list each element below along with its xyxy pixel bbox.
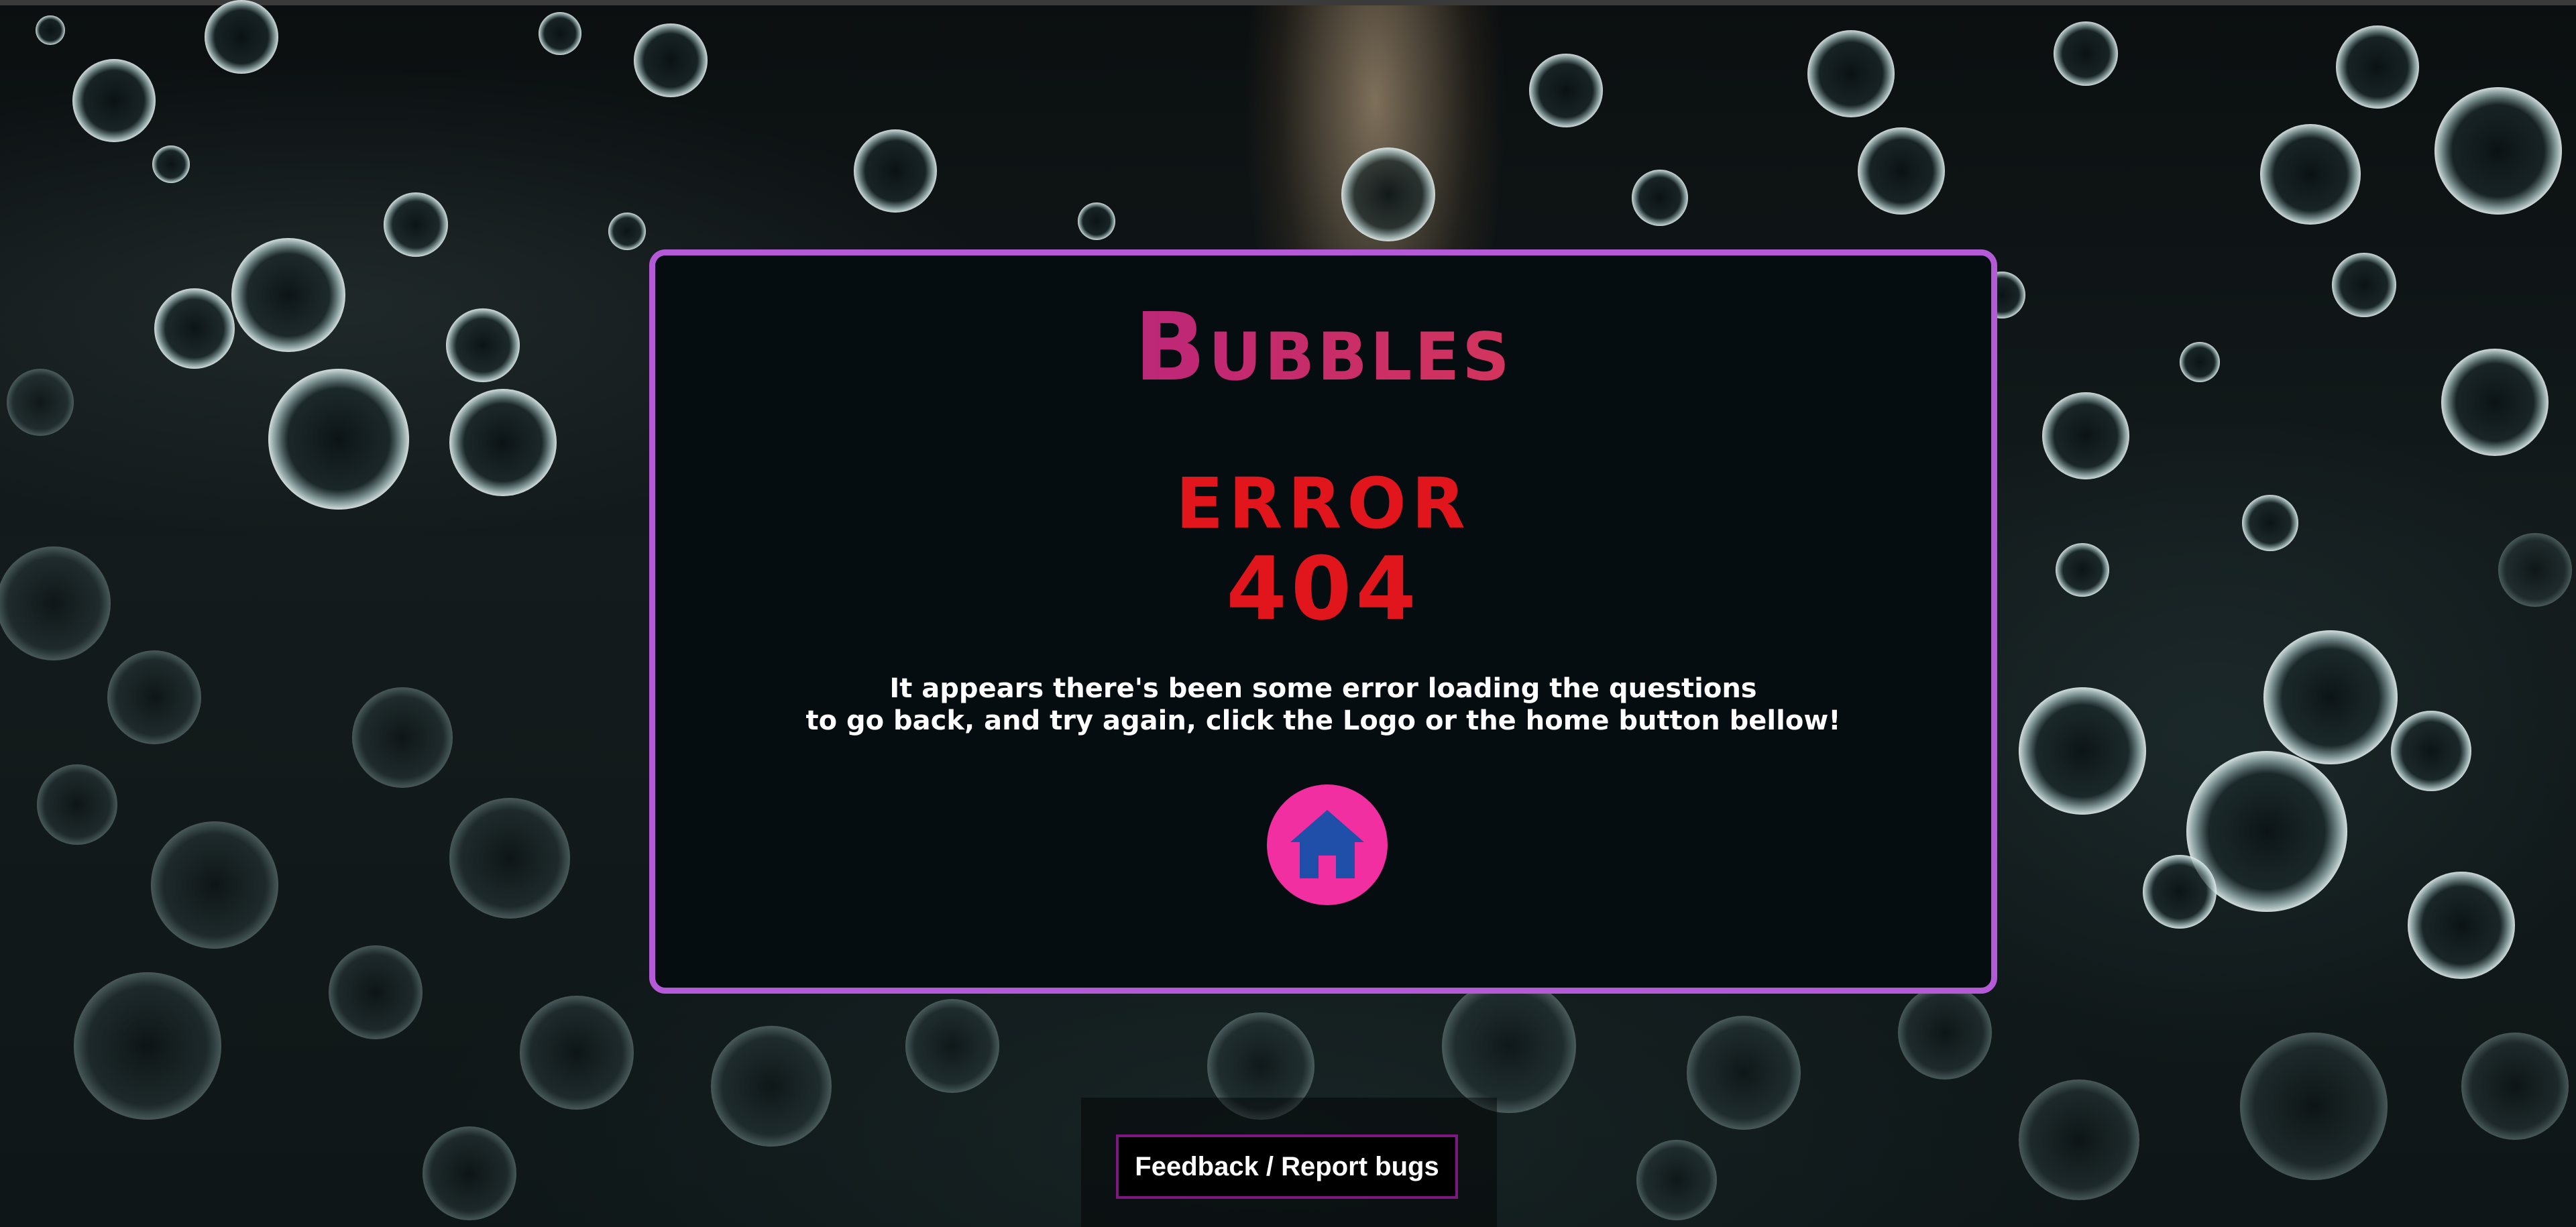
home-icon — [1290, 810, 1364, 878]
feedback-button[interactable]: Feedback / Report bugs — [1116, 1134, 1458, 1199]
error-message: It appears there's been some error loadi… — [655, 673, 1991, 737]
error-title: ERROR — [1176, 463, 1471, 544]
error-message-line-2: to go back, and try again, click the Log… — [805, 705, 1841, 736]
error-message-line-1: It appears there's been some error loadi… — [889, 673, 1757, 704]
error-code: 404 — [1226, 538, 1420, 640]
logo[interactable]: Bubbles — [655, 301, 1991, 395]
error-card: Bubbles ERROR 404 It appears there's bee… — [649, 249, 1997, 994]
page-background: Bubbles ERROR 404 It appears there's bee… — [0, 0, 2576, 1227]
home-button[interactable] — [1267, 784, 1388, 905]
